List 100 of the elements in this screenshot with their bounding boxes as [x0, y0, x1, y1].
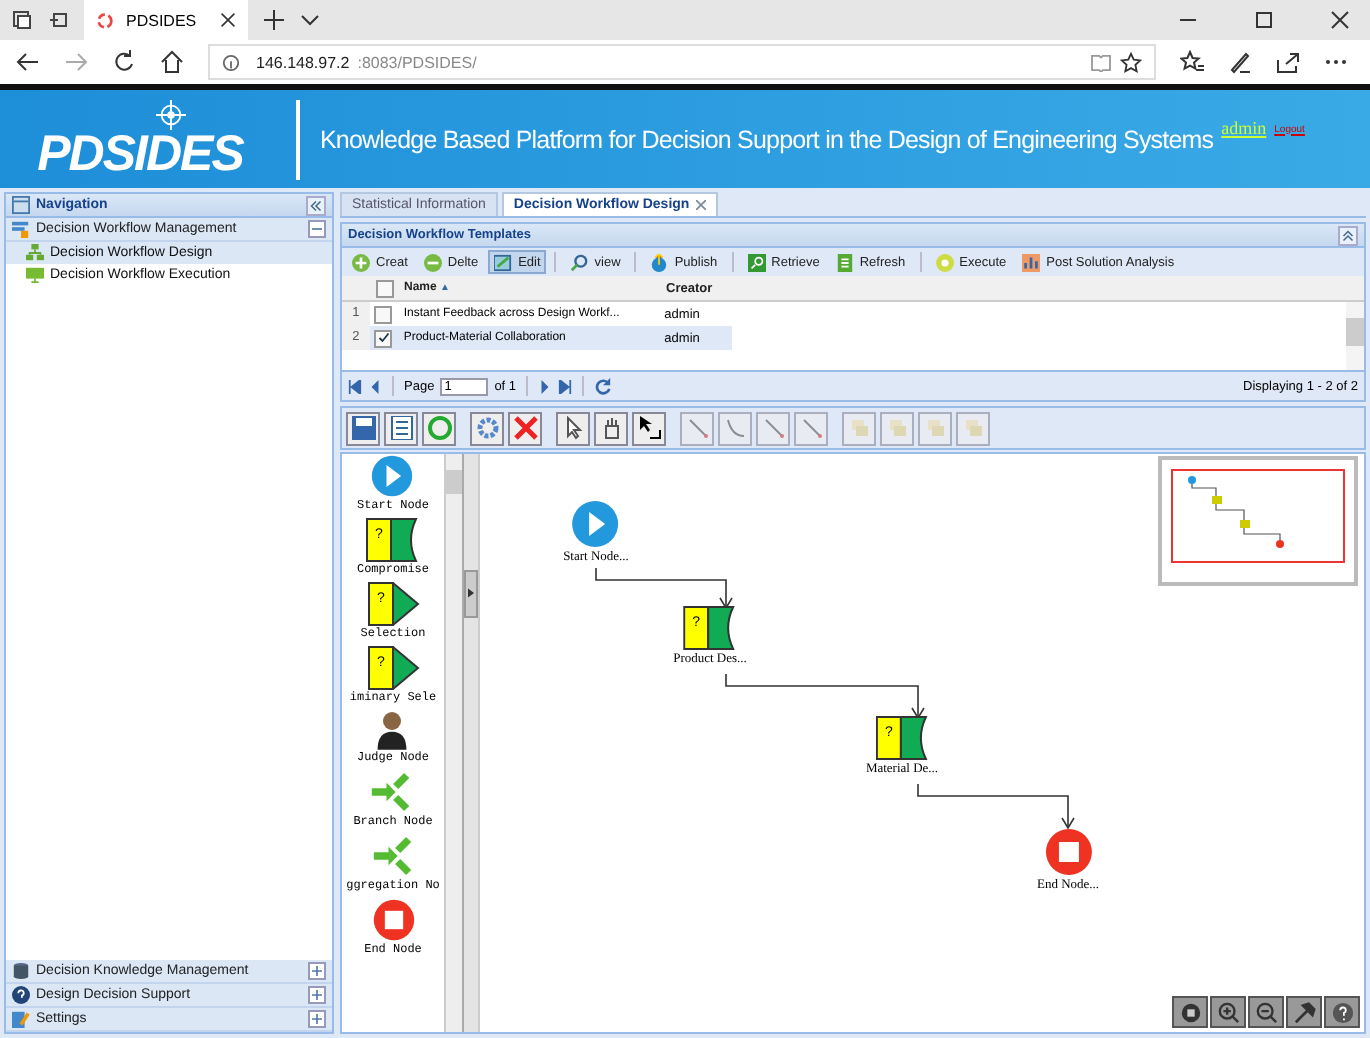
collapse-button[interactable] — [1338, 225, 1358, 245]
start-node[interactable] — [572, 500, 620, 548]
minimap[interactable] — [1158, 456, 1358, 586]
remove-icon — [423, 253, 442, 271]
favorites-icon[interactable] — [1180, 50, 1204, 74]
help-icon — [12, 986, 30, 1004]
logo-text: PDSIDES — [37, 130, 243, 178]
select-all-checkbox[interactable] — [375, 279, 393, 297]
check-icon — [377, 332, 390, 344]
edit-icon — [494, 253, 513, 271]
reload-icon[interactable] — [112, 50, 136, 74]
help-icon — [1331, 1001, 1353, 1023]
panel-icon — [12, 196, 30, 214]
row-checkbox[interactable] — [374, 305, 393, 323]
tab-list-icon[interactable] — [12, 10, 32, 30]
fit-button[interactable] — [1172, 996, 1208, 1028]
scrollbar[interactable] — [444, 454, 462, 1032]
expand-button[interactable] — [308, 962, 326, 980]
scrollbar[interactable] — [1346, 302, 1364, 370]
address-field[interactable]: 146.148.97.2 :8083/PDSIDES/ — [208, 44, 1156, 80]
connector-arrow[interactable] — [917, 783, 1075, 830]
share-icon[interactable] — [1276, 50, 1300, 74]
gear-tool[interactable] — [470, 411, 504, 445]
book-icon[interactable] — [1090, 53, 1112, 71]
plus-icon — [312, 990, 322, 1000]
refresh-tool[interactable] — [422, 411, 456, 445]
hammer-icon — [1293, 1001, 1315, 1023]
document-icon — [835, 253, 854, 271]
curve-icon — [723, 416, 747, 440]
list-icon — [389, 416, 413, 440]
hand-tool[interactable] — [594, 411, 628, 445]
end-node[interactable] — [1044, 828, 1092, 876]
pen-icon[interactable] — [1228, 50, 1252, 74]
close-icon[interactable] — [1330, 10, 1350, 30]
monitor-icon — [26, 266, 44, 284]
line-icon — [799, 416, 823, 440]
home-icon[interactable] — [160, 50, 184, 74]
plus-icon — [312, 966, 322, 976]
person-icon — [374, 710, 411, 750]
browser-tab[interactable]: PDSIDES — [84, 0, 248, 40]
line-icon — [761, 416, 785, 440]
double-chevron-left-icon — [310, 199, 322, 211]
branch-arrows-icon — [370, 770, 415, 814]
list-tool[interactable] — [384, 411, 418, 445]
hand-icon — [599, 416, 623, 440]
back-arrow-icon[interactable] — [16, 50, 40, 74]
layer-icon — [961, 416, 985, 440]
delete-tool[interactable] — [508, 411, 542, 445]
platform-title: Knowledge Based Platform for Decision Support in the Design of Engineering Systems — [320, 125, 1214, 153]
expand-right-icon — [468, 588, 474, 598]
curve-tool[interactable] — [718, 411, 752, 445]
workflow-icon — [12, 220, 30, 238]
target-icon — [155, 100, 185, 130]
spinner-icon — [96, 11, 114, 29]
minus-icon — [312, 224, 322, 234]
zoom-out-button[interactable] — [1248, 996, 1284, 1028]
refresh-icon — [427, 416, 451, 440]
upload-icon — [650, 253, 669, 271]
first-page-icon[interactable] — [348, 379, 362, 393]
star-icon[interactable] — [1120, 51, 1142, 73]
save-icon — [351, 416, 375, 440]
line-icon — [685, 416, 709, 440]
tab-back-icon[interactable] — [48, 10, 68, 30]
next-page-icon[interactable] — [538, 379, 553, 393]
add-icon — [352, 253, 370, 271]
layer-icon — [885, 416, 909, 440]
row-checkbox[interactable] — [374, 329, 393, 347]
previous-page-icon[interactable] — [368, 379, 382, 393]
zoom-in-button[interactable] — [1210, 996, 1246, 1028]
hammer-button[interactable] — [1286, 996, 1322, 1028]
maximize-icon[interactable] — [1254, 10, 1274, 30]
pointer-tool[interactable] — [556, 411, 590, 445]
search-icon — [570, 253, 589, 271]
pointer-tool[interactable] — [632, 411, 666, 445]
delete-icon — [513, 416, 537, 440]
last-page-icon[interactable] — [558, 379, 573, 393]
database-icon — [12, 962, 30, 980]
layer-icon — [847, 416, 871, 440]
stop-icon — [371, 898, 415, 942]
plus-icon — [312, 1014, 322, 1024]
connector-arrow[interactable] — [595, 567, 733, 610]
refresh-icon[interactable] — [594, 377, 613, 395]
expand-button[interactable] — [308, 1010, 326, 1028]
new-tab-icon[interactable] — [264, 10, 284, 30]
pointer-icon — [561, 416, 585, 440]
help-button[interactable] — [1324, 996, 1360, 1028]
chart-icon — [1022, 253, 1041, 271]
connector-arrow[interactable] — [725, 673, 925, 720]
save-tool[interactable] — [346, 411, 380, 445]
zoom-in-icon — [1217, 1001, 1239, 1023]
hierarchy-icon — [26, 244, 44, 262]
search-icon — [747, 253, 766, 271]
expand-button[interactable] — [308, 986, 326, 1004]
collapse-button[interactable] — [308, 220, 326, 238]
settings-icon — [12, 1010, 30, 1028]
close-icon[interactable] — [220, 12, 236, 28]
merge-arrows-icon — [371, 834, 415, 878]
chevron-down-icon[interactable] — [300, 10, 320, 30]
collapse-button[interactable] — [306, 195, 326, 215]
splitter-handle[interactable] — [464, 569, 478, 617]
